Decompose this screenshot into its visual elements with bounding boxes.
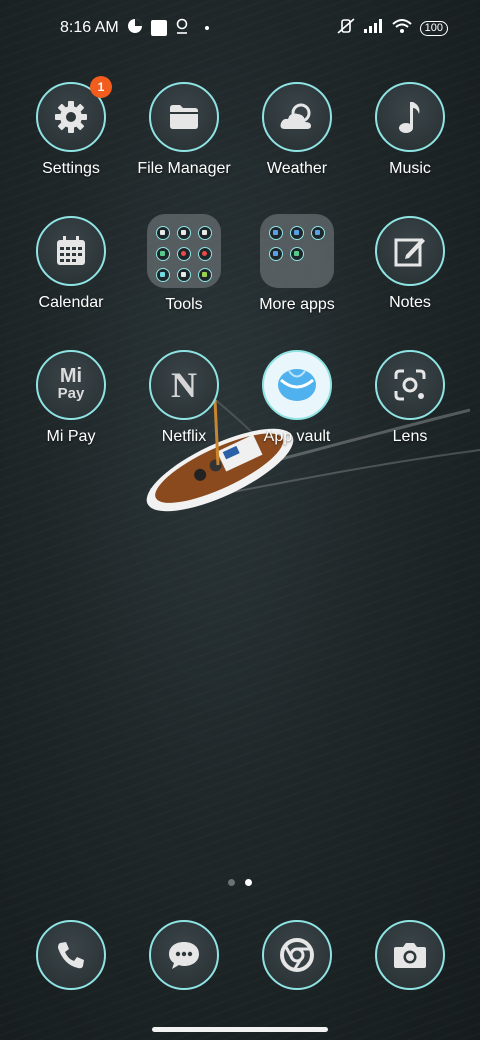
mini-app-icon (311, 226, 325, 240)
status-bar: 8:16 AM 100 (0, 0, 480, 56)
location-pin-icon (175, 18, 189, 39)
gear-icon: 1 (36, 76, 112, 152)
app-label: Settings (42, 160, 100, 177)
app-label: Weather (266, 160, 328, 177)
app-vault-icon (262, 350, 332, 420)
lens-icon (375, 350, 445, 420)
app-lens[interactable]: Lens (350, 350, 470, 446)
battery-icon: 100 (419, 20, 448, 36)
app-app-vault[interactable]: App vault (237, 350, 357, 446)
app-label: Music (389, 160, 431, 177)
app-label: Notes (389, 294, 431, 311)
netflix-logo-icon: N (149, 350, 219, 420)
mini-app-icon (269, 226, 283, 240)
mini-app-icon (290, 226, 304, 240)
cloud-sun-icon (262, 82, 332, 152)
mini-app-icon (290, 247, 304, 261)
dock-phone[interactable] (11, 920, 131, 990)
dock-chrome[interactable] (237, 920, 357, 990)
phone-icon (36, 920, 106, 990)
folder-grid (260, 214, 334, 288)
mini-app-icon (177, 226, 191, 240)
page-indicator[interactable] (0, 879, 480, 886)
app-file-manager[interactable]: File Manager (124, 82, 244, 178)
folder-grid (147, 214, 221, 288)
app-label: File Manager (137, 160, 231, 177)
mini-app-icon (156, 226, 170, 240)
chrome-icon (262, 920, 332, 990)
calendar-icon (36, 216, 106, 286)
app-label: Lens (392, 428, 428, 445)
app-notes[interactable]: Notes (350, 216, 470, 312)
data-saver-icon (127, 18, 143, 39)
mini-app-icon (156, 268, 170, 282)
app-calendar[interactable]: Calendar (11, 216, 131, 312)
mini-app-icon (177, 268, 191, 282)
edit-note-icon (375, 216, 445, 286)
netflix-logo: N (171, 365, 197, 405)
clock: 8:16 AM (60, 19, 119, 36)
signal-icon (363, 18, 384, 38)
page-dot-2[interactable] (245, 879, 252, 886)
music-note-icon (375, 82, 445, 152)
mi-pay-logo-top: Mi (59, 365, 83, 387)
app-label: More apps (259, 296, 335, 313)
home-indicator-bar[interactable] (152, 1027, 328, 1032)
mini-app-icon (156, 247, 170, 261)
folder-tools[interactable]: Tools (124, 214, 244, 314)
mini-app-icon (198, 247, 212, 261)
mi-pay-logo-bottom: Pay (57, 385, 85, 402)
app-settings[interactable]: 1 Settings (11, 76, 131, 178)
app-netflix[interactable]: N Netflix (124, 350, 244, 446)
app-label: Tools (165, 296, 203, 313)
dock-messages[interactable] (124, 920, 244, 990)
dock-camera[interactable] (350, 920, 470, 990)
folder-more-apps[interactable]: More apps (237, 214, 357, 314)
mini-app-icon (198, 226, 212, 240)
app-label: Mi Pay (46, 428, 96, 445)
notification-badge: 1 (90, 76, 112, 98)
app-label: Netflix (161, 428, 207, 445)
mi-pay-logo-icon: Mi Pay (36, 350, 106, 420)
mini-app-icon (269, 247, 283, 261)
camera-icon (375, 920, 445, 990)
page-dot-1[interactable] (228, 879, 235, 886)
notification-square-icon (150, 20, 167, 36)
app-weather[interactable]: Weather (237, 82, 357, 178)
app-label: Calendar (38, 294, 104, 311)
mini-app-icon (177, 247, 191, 261)
mini-app-icon (198, 268, 212, 282)
more-dot-icon (204, 26, 209, 30)
folder-icon (149, 82, 219, 152)
message-icon (149, 920, 219, 990)
app-label: App vault (263, 428, 331, 445)
mute-icon (336, 17, 356, 40)
wifi-icon (391, 18, 412, 39)
app-mi-pay[interactable]: Mi Pay Mi Pay (11, 350, 131, 446)
app-music[interactable]: Music (350, 82, 470, 178)
